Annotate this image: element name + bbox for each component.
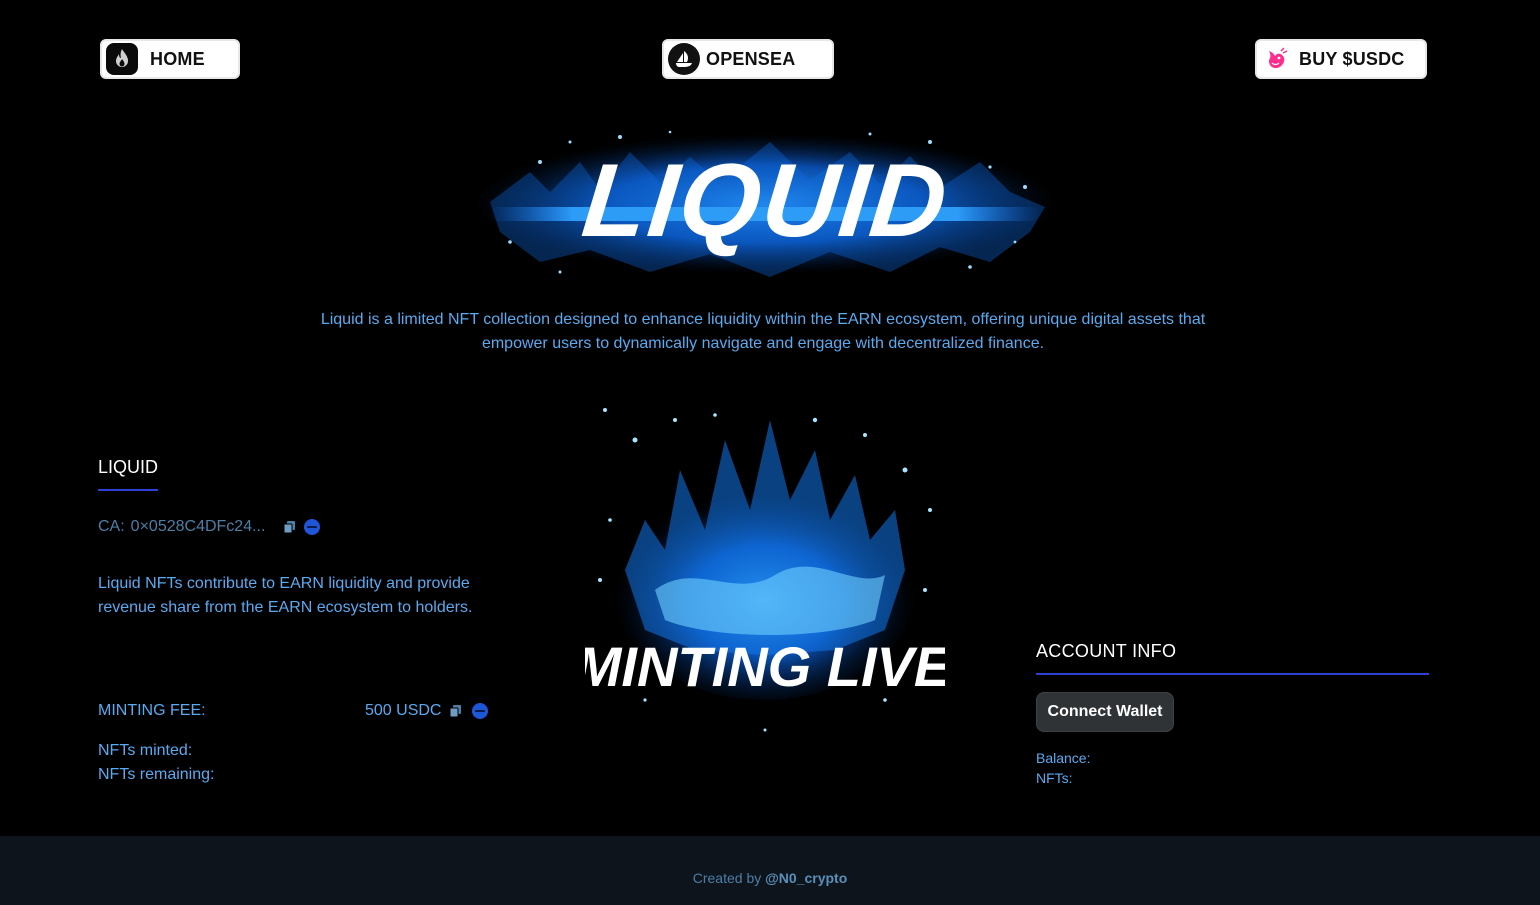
hero-title: LIQUID [577,143,954,259]
account-info-title: ACCOUNT INFO [1036,641,1177,661]
collection-title-underline [98,489,158,491]
buy-usdc-button[interactable]: BUY $USDC [1255,39,1427,79]
home-button-label: HOME [150,48,205,69]
nfts-remaining-label: NFTs remaining: [98,766,215,783]
contract-address-label: CA: [98,518,125,535]
home-button[interactable]: HOME [100,39,240,79]
opensea-icon [668,43,700,75]
account-info-underline [1036,673,1429,675]
connect-wallet-button[interactable]: Connect Wallet [1036,692,1174,732]
minting-fee-label: MINTING FEE: [98,702,206,719]
collection-title: LIQUID [98,457,159,477]
flame-icon [106,43,138,75]
footer-credit-handle[interactable]: @N0_crypto [765,870,847,886]
nfts-owned-label: NFTs: [1036,770,1073,786]
opensea-button[interactable]: OPENSEA [662,39,834,79]
copy-icon[interactable] [449,704,463,718]
footer-credit: Created by @N0_crypto [0,870,1540,886]
nfts-minted-label: NFTs minted: [98,742,193,759]
balance-label: Balance: [1036,750,1091,766]
buy-usdc-button-label: BUY $USDC [1299,48,1405,69]
footer-credit-prefix: Created by [692,870,766,886]
chain-icon[interactable] [303,518,321,536]
minting-live-caption: MINTING LIVE [585,635,945,698]
chain-icon[interactable] [471,702,489,720]
opensea-button-label: OPENSEA [706,48,796,69]
hero-banner: LIQUID [470,112,1060,290]
minting-fee-value: 500 USDC [365,702,442,719]
uniswap-icon [1261,43,1293,75]
minting-fee-row: 500 USDC [365,702,489,720]
minting-live-artwork: MINTING LIVE [575,400,953,740]
contract-address-row: CA: 0×0528C4DFc24... [98,518,321,536]
copy-icon[interactable] [283,520,297,534]
collection-blurb: Liquid NFTs contribute to EARN liquidity… [98,575,473,616]
contract-address-value: 0×0528C4DFc24... [130,518,266,535]
collection-description: Liquid is a limited NFT collection desig… [320,311,1206,352]
